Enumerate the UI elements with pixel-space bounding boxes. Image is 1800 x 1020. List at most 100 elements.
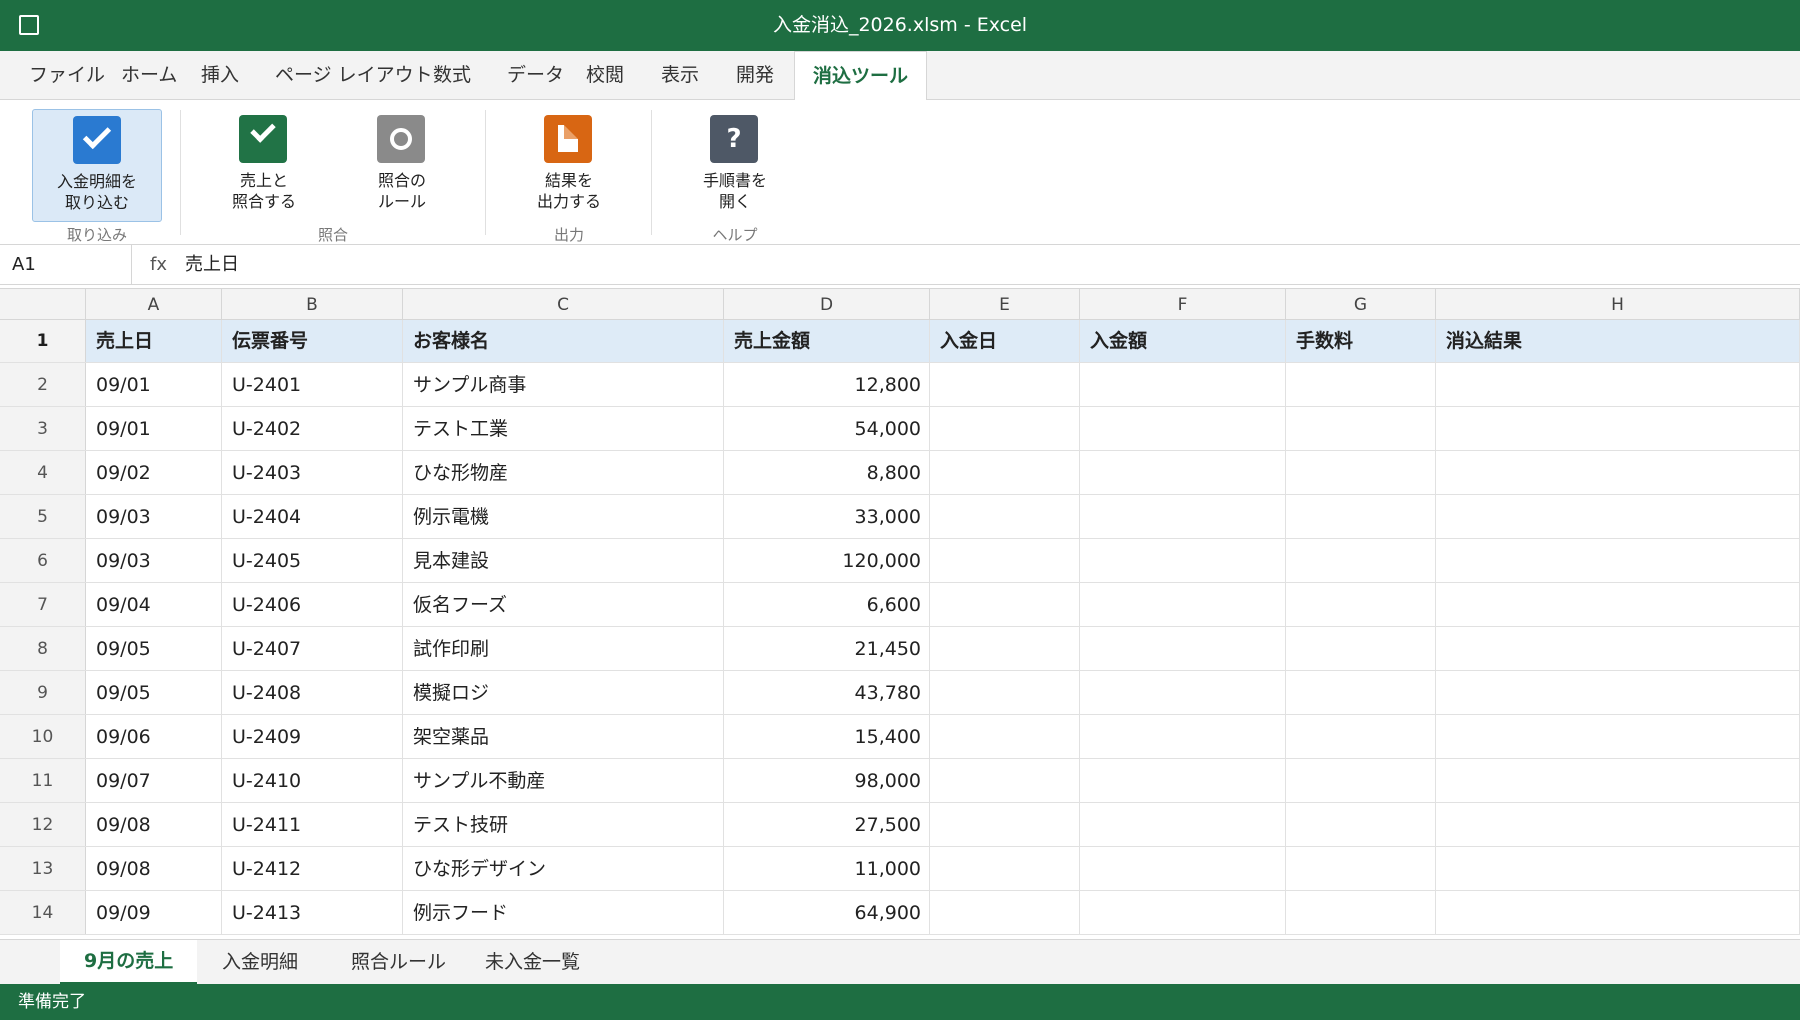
header-cell[interactable]: 入金日 (930, 320, 1080, 362)
cell-amount[interactable]: 64,900 (724, 891, 930, 934)
cell-amount[interactable]: 120,000 (724, 539, 930, 582)
column-header-e[interactable]: E (930, 289, 1080, 321)
row-header[interactable]: 1 (0, 320, 86, 362)
empty-cell[interactable] (930, 451, 1080, 494)
cell-customer[interactable]: 例示フード (403, 891, 724, 934)
empty-cell[interactable] (1436, 539, 1800, 582)
tab-home[interactable]: ホーム (121, 51, 177, 100)
empty-cell[interactable] (1080, 451, 1286, 494)
header-cell[interactable]: 入金額 (1080, 320, 1286, 362)
cell-amount[interactable]: 21,450 (724, 627, 930, 670)
header-cell[interactable]: 売上金額 (724, 320, 930, 362)
empty-cell[interactable] (1436, 671, 1800, 714)
tab-reconcile-tool[interactable]: 消込ツール (794, 51, 928, 101)
cell-date[interactable]: 09/05 (86, 671, 222, 714)
row-header[interactable]: 3 (0, 407, 86, 450)
cell-slip[interactable]: U-2411 (222, 803, 403, 846)
row-header[interactable]: 8 (0, 627, 86, 670)
tab-review[interactable]: 校閲 (586, 51, 624, 100)
empty-cell[interactable] (1286, 363, 1436, 406)
empty-cell[interactable] (1286, 759, 1436, 802)
empty-cell[interactable] (1080, 671, 1286, 714)
empty-cell[interactable] (930, 715, 1080, 758)
cell-date[interactable]: 09/03 (86, 495, 222, 538)
empty-cell[interactable] (1080, 891, 1286, 934)
cell-customer[interactable]: 架空薬品 (403, 715, 724, 758)
cell-date[interactable]: 09/06 (86, 715, 222, 758)
row-header[interactable]: 10 (0, 715, 86, 758)
cell-amount[interactable]: 8,800 (724, 451, 930, 494)
cell-amount[interactable]: 27,500 (724, 803, 930, 846)
empty-cell[interactable] (930, 407, 1080, 450)
column-header-h[interactable]: H (1436, 289, 1800, 321)
sheet-tab-deposits[interactable]: 入金明細 (222, 940, 298, 985)
column-header-a[interactable]: A (86, 289, 222, 321)
cell-slip[interactable]: U-2405 (222, 539, 403, 582)
empty-cell[interactable] (1080, 539, 1286, 582)
row-header[interactable]: 11 (0, 759, 86, 802)
row-header[interactable]: 7 (0, 583, 86, 626)
cell-amount[interactable]: 54,000 (724, 407, 930, 450)
header-cell[interactable]: 消込結果 (1436, 320, 1800, 362)
cell-date[interactable]: 09/03 (86, 539, 222, 582)
empty-cell[interactable] (930, 627, 1080, 670)
cell-customer[interactable]: ひな形デザイン (403, 847, 724, 890)
empty-cell[interactable] (1286, 803, 1436, 846)
empty-cell[interactable] (1436, 803, 1800, 846)
cell-customer[interactable]: 試作印刷 (403, 627, 724, 670)
output-results-button[interactable]: 結果を 出力する (504, 109, 634, 222)
empty-cell[interactable] (930, 583, 1080, 626)
empty-cell[interactable] (1080, 715, 1286, 758)
empty-cell[interactable] (1080, 407, 1286, 450)
column-header-d[interactable]: D (724, 289, 930, 321)
row-header[interactable]: 13 (0, 847, 86, 890)
empty-cell[interactable] (1436, 407, 1800, 450)
cell-date[interactable]: 09/05 (86, 627, 222, 670)
row-header[interactable]: 5 (0, 495, 86, 538)
header-cell[interactable]: 手数料 (1286, 320, 1436, 362)
empty-cell[interactable] (1436, 891, 1800, 934)
empty-cell[interactable] (930, 671, 1080, 714)
header-cell[interactable]: お客様名 (403, 320, 724, 362)
row-header[interactable]: 6 (0, 539, 86, 582)
cell-slip[interactable]: U-2403 (222, 451, 403, 494)
cell-customer[interactable]: 見本建設 (403, 539, 724, 582)
empty-cell[interactable] (1436, 363, 1800, 406)
cell-slip[interactable]: U-2408 (222, 671, 403, 714)
cell-amount[interactable]: 15,400 (724, 715, 930, 758)
row-header[interactable]: 4 (0, 451, 86, 494)
empty-cell[interactable] (930, 495, 1080, 538)
cell-date[interactable]: 09/04 (86, 583, 222, 626)
cell-slip[interactable]: U-2410 (222, 759, 403, 802)
empty-cell[interactable] (1286, 715, 1436, 758)
empty-cell[interactable] (1436, 495, 1800, 538)
header-cell[interactable]: 伝票番号 (222, 320, 403, 362)
cell-slip[interactable]: U-2406 (222, 583, 403, 626)
empty-cell[interactable] (1286, 583, 1436, 626)
cell-slip[interactable]: U-2412 (222, 847, 403, 890)
cell-amount[interactable]: 12,800 (724, 363, 930, 406)
import-deposits-button[interactable]: 入金明細を 取り込む (32, 109, 162, 222)
cell-customer[interactable]: 仮名フーズ (403, 583, 724, 626)
empty-cell[interactable] (1080, 363, 1286, 406)
cell-customer[interactable]: サンプル不動産 (403, 759, 724, 802)
empty-cell[interactable] (1286, 891, 1436, 934)
empty-cell[interactable] (1436, 847, 1800, 890)
tab-data[interactable]: データ (507, 51, 564, 100)
sheet-tab-matching-rules[interactable]: 照合ルール (351, 940, 446, 985)
empty-cell[interactable] (930, 891, 1080, 934)
empty-cell[interactable] (1436, 627, 1800, 670)
empty-cell[interactable] (1286, 671, 1436, 714)
tab-insert[interactable]: 挿入 (201, 51, 239, 100)
cell-amount[interactable]: 11,000 (724, 847, 930, 890)
empty-cell[interactable] (1286, 407, 1436, 450)
header-cell[interactable]: 売上日 (86, 320, 222, 362)
empty-cell[interactable] (1436, 715, 1800, 758)
tab-developer[interactable]: 開発 (736, 51, 774, 100)
cell-amount[interactable]: 33,000 (724, 495, 930, 538)
cell-customer[interactable]: 模擬ロジ (403, 671, 724, 714)
tab-file[interactable]: ファイル (29, 51, 105, 100)
open-manual-button[interactable]: ? 手順書を 開く (670, 109, 800, 222)
empty-cell[interactable] (930, 363, 1080, 406)
empty-cell[interactable] (930, 759, 1080, 802)
